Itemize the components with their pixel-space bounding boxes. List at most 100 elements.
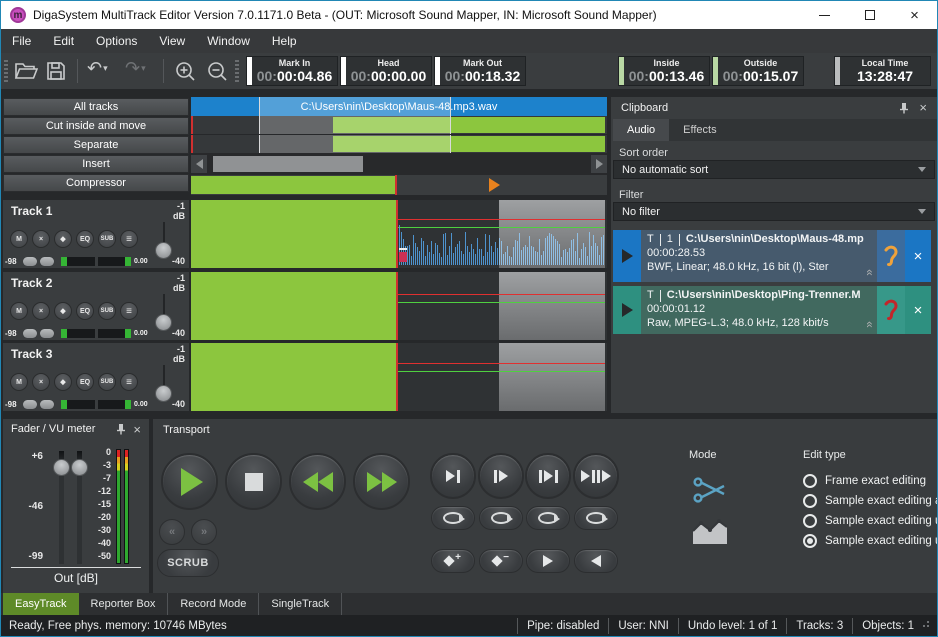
tab-reporter-box[interactable]: Reporter Box [79,593,169,615]
sub-button[interactable]: SUB [98,302,116,320]
edit-handle[interactable] [399,252,407,262]
eq-button[interactable]: EQ [76,373,94,391]
pan-left-button[interactable] [23,400,37,409]
maximize-button[interactable] [847,1,892,29]
toolbar-grip[interactable] [4,60,8,82]
play-from-mark-button[interactable] [478,453,524,499]
loop-in-button[interactable] [431,506,475,530]
timeline-ruler[interactable] [191,175,607,195]
menu-edit[interactable]: Edit [42,29,85,53]
pan-left-button[interactable] [23,257,37,266]
tab-easytrack[interactable]: EasyTrack [3,593,79,615]
tab-record-mode[interactable]: Record Mode [168,593,259,615]
pin-icon[interactable] [116,423,126,435]
sub-button[interactable]: SUB [98,373,116,391]
cut-scissors-button[interactable]: × [32,302,50,320]
fader-knob-left[interactable] [53,459,70,476]
prelisten-cell[interactable] [877,286,905,334]
prelisten-cell[interactable] [877,230,905,282]
undo-button[interactable]: ↶▾ [87,59,108,77]
loop-selection-button[interactable] [526,506,570,530]
radio-frame-exact[interactable]: Frame exact editing [803,474,926,488]
clipboard-item-2[interactable]: T C:\Users\nin\Desktop\Ping-Trenner.M 00… [613,286,931,334]
clip-play-button[interactable] [613,230,641,282]
minimize-button[interactable] [802,1,847,29]
audio-object-green[interactable] [191,200,396,268]
track-menu-button[interactable]: ≡ [120,373,138,391]
volume-envelope-line[interactable] [398,363,605,364]
track-fader-knob[interactable] [155,314,172,331]
track2-lane[interactable] [191,272,607,340]
insert-button[interactable]: Insert [3,155,189,173]
open-file-icon[interactable] [14,61,38,81]
pin-icon[interactable] [899,102,909,114]
marker-prev-button[interactable] [574,549,618,573]
cut-inside-and-move-button[interactable]: Cut inside and move [3,117,189,135]
track-fader-knob[interactable] [155,242,172,259]
close-button[interactable]: × [892,1,937,29]
overview-track-row[interactable] [191,135,607,153]
pan-envelope-line[interactable] [398,302,605,303]
menu-window[interactable]: Window [196,29,261,53]
menu-view[interactable]: View [148,29,196,53]
horizontal-scrollbar[interactable] [191,153,607,175]
all-tracks-button[interactable]: All tracks [3,98,189,116]
audio-object-green[interactable] [191,272,396,340]
clipboard-close-icon[interactable]: × [919,100,927,115]
audio-object-green[interactable] [191,343,396,411]
overview-view-window[interactable] [259,116,451,134]
collapse-chevron-icon[interactable]: « [862,269,877,276]
sub-button[interactable]: SUB [98,230,116,248]
mute-button[interactable]: M [10,230,28,248]
fast-forward-button[interactable] [353,453,410,510]
marker-add-button[interactable]: + [431,549,475,573]
mute-button[interactable]: M [10,302,28,320]
marker-remove-button[interactable]: − [479,549,523,573]
zoom-in-icon[interactable] [175,61,197,81]
fader-knob-right[interactable] [71,459,88,476]
scrub-button[interactable]: SCRUB [157,549,219,577]
tab-effects[interactable]: Effects [669,119,730,141]
overview-track-row[interactable] [191,116,607,134]
eq-button[interactable]: EQ [76,302,94,320]
zoom-out-icon[interactable] [207,61,229,81]
pan-right-button[interactable] [40,329,54,338]
selection-region[interactable] [499,343,605,411]
cut-scissors-button[interactable]: × [32,230,50,248]
fader-vu-close-icon[interactable]: × [133,422,141,437]
compressor-button[interactable]: Compressor [3,174,189,192]
pan-left-button[interactable] [23,329,37,338]
scrollbar-thumb[interactable] [213,156,363,172]
menu-help[interactable]: Help [261,29,308,53]
redo-button[interactable]: ↷▾ [125,59,146,77]
scissors-mode-icon[interactable] [693,477,727,508]
clipboard-item-1[interactable]: T 1 C:\Users\nin\Desktop\Maus-48.mp 00:0… [613,230,931,282]
clip-delete-button[interactable]: × [905,230,931,282]
menu-options[interactable]: Options [85,29,148,53]
cut-scissors-button[interactable]: × [32,373,50,391]
save-icon[interactable] [46,61,66,81]
tab-singletrack[interactable]: SingleTrack [259,593,342,615]
tab-audio[interactable]: Audio [613,119,669,141]
clip-play-button[interactable] [613,286,641,334]
step-forward-button[interactable]: » [191,519,217,545]
envelope-mode-icon[interactable] [692,517,728,550]
crossfade-button[interactable]: ◆ [54,230,72,248]
overview-file-bar[interactable]: C:\Users\nin\Desktop\Maus-48.mp3.wav [191,97,607,116]
pan-right-button[interactable] [40,400,54,409]
play-selection-button[interactable] [525,453,571,499]
marker-next-button[interactable] [526,549,570,573]
mute-button[interactable]: M [10,373,28,391]
menu-file[interactable]: File [1,29,42,53]
crossfade-button[interactable]: ◆ [54,302,72,320]
radio-sample-exact-2[interactable]: Sample exact editing us [803,514,938,528]
clip-item-body[interactable]: T C:\Users\nin\Desktop\Ping-Trenner.M 00… [641,286,877,334]
toolbar-grip[interactable] [235,60,239,82]
loop-around-button[interactable] [574,506,618,530]
stop-button[interactable] [225,453,282,510]
track3-lane[interactable] [191,343,607,411]
eq-button[interactable]: EQ [76,230,94,248]
sort-order-select[interactable]: No automatic sort [613,160,935,179]
radio-sample-exact-3[interactable]: Sample exact editing us [803,534,938,548]
crossfade-button[interactable]: ◆ [54,373,72,391]
